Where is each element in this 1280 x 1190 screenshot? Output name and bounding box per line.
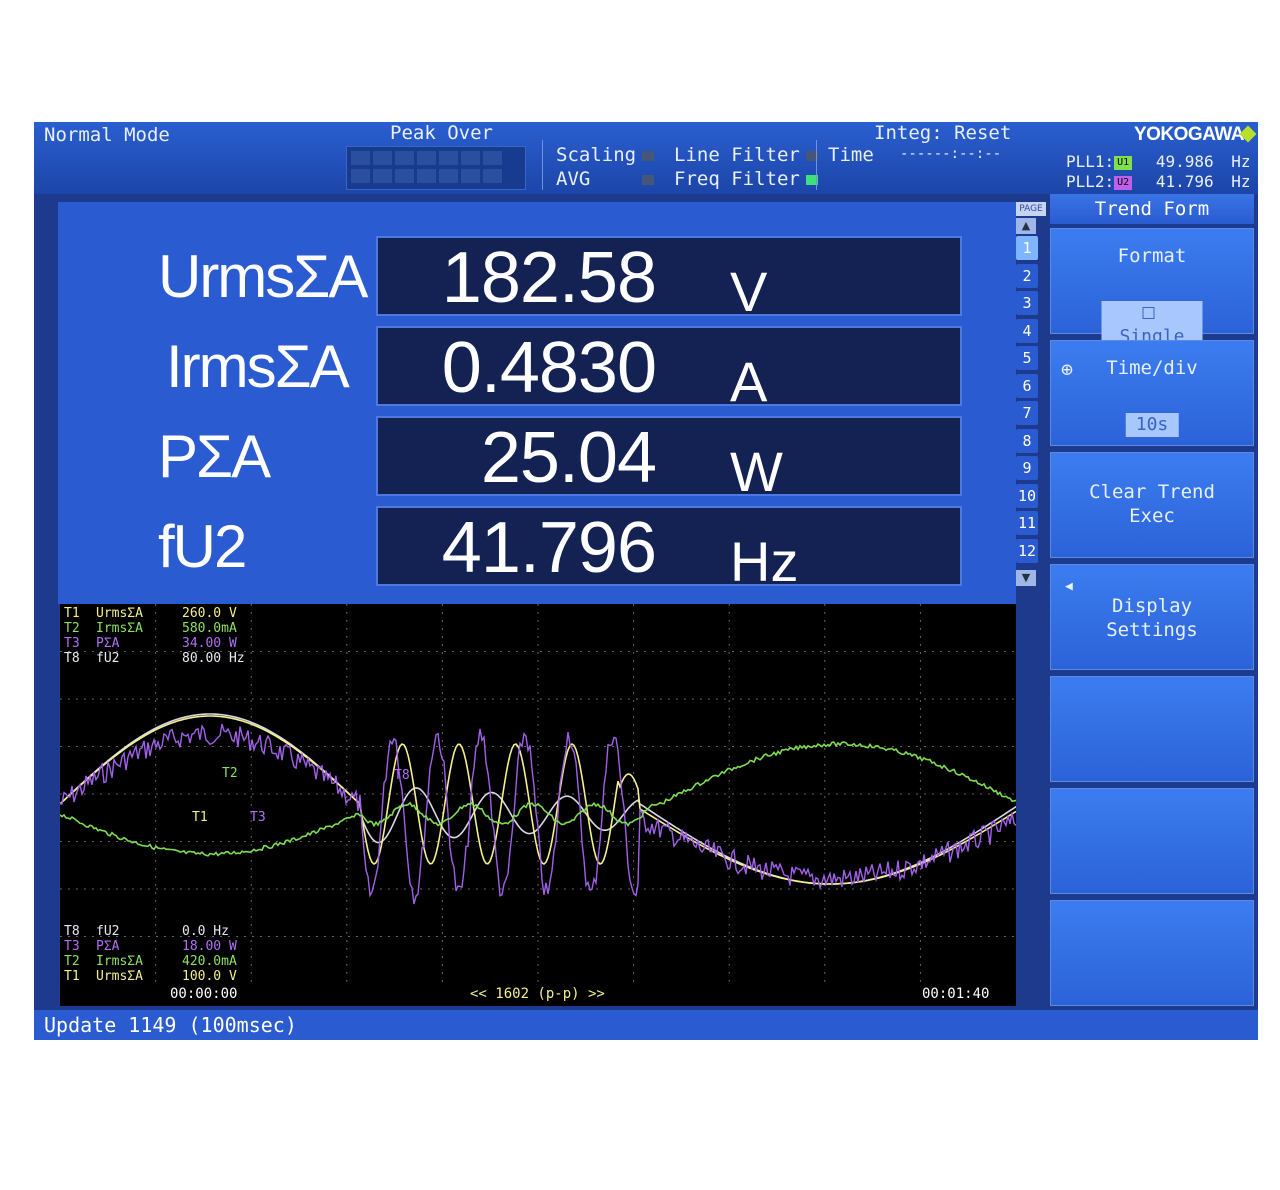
page-index-strip: PAGE ▲ 1 2 3 4 5 6 7 8 9 10 11 12 ▼	[1016, 202, 1046, 592]
page-index-item[interactable]: 11	[1016, 511, 1038, 535]
page-index-item[interactable]: 1	[1016, 236, 1038, 260]
clear-trend-exec-label: Exec	[1129, 505, 1175, 527]
yokogawa-logo: YOKOGAWA	[1133, 124, 1245, 145]
freq-filter-label: Freq Filter	[674, 168, 818, 190]
page-index-item[interactable]: 3	[1016, 291, 1038, 315]
instrument-screen: Normal Mode Peak Over Scaling AVG Line F…	[34, 122, 1258, 1040]
pll1-readout: PLL1: U1 49.986 Hz	[1066, 152, 1251, 171]
reading-row: UrmsΣA 182.58 V	[58, 234, 1016, 323]
format-label: Format	[1117, 245, 1187, 267]
clear-trend-softkey[interactable]: Clear Trend Exec	[1050, 452, 1254, 558]
page-index-item[interactable]: 12	[1016, 538, 1038, 563]
trend-time-start: 00:00:00	[170, 986, 238, 1002]
page-up-arrow-icon[interactable]: ▲	[1016, 218, 1036, 234]
trace-label-t1: T1	[192, 810, 208, 825]
reading-label: IrmsΣA	[166, 333, 350, 400]
status-bar: Update 1149 (100msec)	[34, 1010, 1258, 1040]
integ-time-value: ------:--:--	[900, 146, 1002, 162]
reading-row: fU2 41.796 Hz	[58, 504, 1016, 593]
scaling-indicator-icon	[642, 150, 655, 161]
scaling-label: Scaling	[556, 144, 655, 166]
trace-label-t2: T2	[222, 766, 238, 781]
reading-box: 0.4830 A	[376, 326, 962, 413]
single-mode-icon	[1142, 307, 1154, 319]
legend-entry: T3 PΣA 34.00 W	[64, 636, 237, 651]
page-index-item[interactable]: 8	[1016, 428, 1038, 453]
clear-trend-label: Clear Trend	[1089, 481, 1215, 503]
trace-t2	[60, 741, 1016, 857]
menu-title: Trend Form	[1050, 194, 1254, 224]
reading-value: 41.796	[441, 508, 657, 588]
format-softkey[interactable]: Format Single	[1050, 228, 1254, 349]
line-filter-label: Line Filter	[674, 144, 818, 166]
reading-unit: A	[730, 350, 768, 413]
peak-over-label: Peak Over	[390, 122, 493, 144]
legend-entry: T2 IrmsΣA 580.0mA	[64, 621, 237, 636]
display-settings-softkey[interactable]: ◀ Display Settings	[1050, 564, 1254, 670]
page-index-item[interactable]: 4	[1016, 318, 1038, 343]
reading-row: IrmsΣA 0.4830 A	[58, 324, 1016, 413]
legend-entry: T2 IrmsΣA 420.0mA	[64, 954, 237, 969]
avg-label: AVG	[556, 168, 655, 190]
pll2-readout: PLL2: U2 41.796 Hz	[1066, 172, 1251, 191]
empty-softkey[interactable]	[1050, 676, 1254, 782]
avg-indicator-icon	[642, 174, 655, 185]
empty-softkey[interactable]	[1050, 900, 1254, 1006]
reading-value: 0.4830	[441, 328, 657, 408]
numeric-display: UrmsΣA 182.58 V IrmsΣA 0.4830 A PΣA 25.0…	[58, 202, 1016, 604]
reading-label: PΣA	[158, 423, 271, 490]
trace-label-t8: T8	[394, 768, 410, 783]
peak-over-indicator	[346, 146, 526, 190]
reading-value: 25.04	[480, 418, 657, 498]
trend-time-end: 00:01:40	[922, 986, 990, 1002]
trend-points-label: << 1602 (p-p) >>	[470, 986, 605, 1002]
reading-unit: W	[730, 440, 783, 503]
reading-row: PΣA 25.04 W	[58, 414, 1016, 503]
page-index-item[interactable]: 9	[1016, 456, 1038, 480]
submenu-arrow-icon: ◀	[1065, 579, 1073, 594]
mode-label: Normal Mode	[44, 124, 170, 146]
display-settings-label: Display	[1111, 595, 1193, 617]
page-index-item[interactable]: 7	[1016, 401, 1038, 425]
reading-box: 25.04 W	[376, 416, 962, 503]
time-div-label: Time/div	[1106, 357, 1198, 379]
trend-legend-top: T1 UrmsΣA 260.0 V T2 IrmsΣA 580.0mA T3 PΣA 34.00…	[64, 606, 245, 666]
reading-box: 182.58 V	[376, 236, 962, 323]
reading-value: 182.58	[441, 238, 657, 318]
legend-entry: T1 UrmsΣA 260.0 V	[64, 606, 237, 621]
legend-entry: T1 UrmsΣA 100.0 V	[64, 969, 237, 984]
soft-key-menu: Trend Form Format Single ⊕ Time/div 10s …	[1046, 194, 1258, 1014]
trend-display: T1 UrmsΣA 260.0 V T2 IrmsΣA 580.0mA T3 PΣA 34.00…	[60, 604, 1016, 1006]
page-index-item[interactable]: 6	[1016, 373, 1038, 398]
trace-t8	[60, 713, 1016, 885]
reading-unit: Hz	[730, 530, 799, 593]
legend-entry: T8 fU2 80.00 Hz	[64, 651, 245, 666]
page-down-arrow-icon[interactable]: ▼	[1016, 570, 1036, 586]
legend-entry: T8 fU2 0.0 Hz	[64, 924, 229, 939]
integ-status: Integ: Reset	[874, 122, 1012, 144]
reading-unit: V	[730, 260, 768, 323]
page-header: PAGE	[1016, 202, 1046, 216]
page-index-item[interactable]: 2	[1016, 263, 1038, 288]
reading-label: UrmsΣA	[158, 243, 368, 310]
display-settings-label-2: Settings	[1106, 619, 1198, 641]
trace-label-t3: T3	[250, 810, 266, 825]
legend-entry: T3 PΣA 18.00 W	[64, 939, 237, 954]
time-div-value: 10s	[1125, 413, 1179, 437]
reading-box: 41.796 Hz	[376, 506, 962, 593]
page-index-item[interactable]: 5	[1016, 346, 1038, 370]
reading-label: fU2	[158, 513, 247, 580]
empty-softkey[interactable]	[1050, 788, 1254, 894]
page-index-item[interactable]: 10	[1016, 483, 1038, 508]
time-label: Time	[828, 144, 874, 166]
header-bar: Normal Mode Peak Over Scaling AVG Line F…	[34, 122, 1258, 194]
time-div-softkey[interactable]: ⊕ Time/div 10s	[1050, 340, 1254, 446]
trend-legend-bottom: T8 fU2 0.0 Hz T3 PΣA 18.00 W T2 IrmsΣA 420.0mA T1…	[64, 924, 237, 984]
